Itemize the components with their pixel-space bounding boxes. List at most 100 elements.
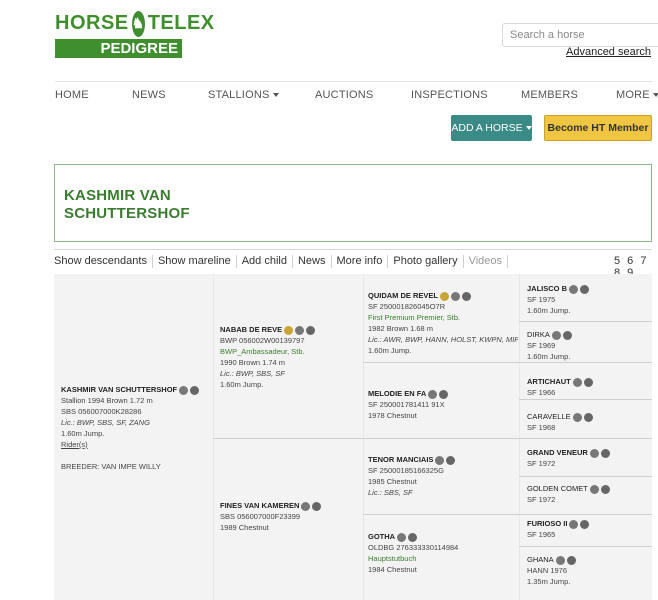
pedigree-g3-item: DIRKA SF 1969 1.60m Jump. [527, 329, 651, 362]
family-tree-icon[interactable] [589, 484, 599, 494]
g3-name[interactable]: JALISCO B [527, 283, 567, 294]
g3-name[interactable]: CARAVELLE [527, 411, 571, 422]
g3-info: SF 1965 [527, 530, 556, 539]
edit-icon[interactable] [562, 330, 572, 340]
edit-icon[interactable] [462, 291, 472, 301]
pedigree-g3-item: GRAND VENEUR SF 1972 [527, 447, 651, 469]
subject-name[interactable]: KASHMIR VAN SCHUTTERSHOF [61, 384, 177, 395]
pedigree-table: KASHMIR VAN SCHUTTERSHOF Stallion 1994 B… [54, 274, 652, 600]
nav-members[interactable]: MEMBERS [521, 89, 578, 101]
tab-news[interactable]: News [293, 255, 332, 268]
edit-icon[interactable] [566, 555, 576, 565]
dd-name[interactable]: GOTHA [368, 531, 395, 542]
ss-level: 1.60m Jump. [368, 346, 412, 355]
family-tree-icon[interactable] [301, 501, 311, 511]
ds-name[interactable]: TENOR MANCIAIS [368, 454, 433, 465]
family-tree-icon[interactable] [551, 330, 561, 340]
edit-icon[interactable] [312, 501, 322, 511]
approved-icon[interactable] [284, 325, 294, 335]
family-tree-icon[interactable] [451, 291, 461, 301]
family-tree-icon[interactable] [569, 284, 579, 294]
family-tree-icon[interactable] [572, 412, 582, 422]
g3-level: 1.35m Jump. [527, 577, 571, 586]
edit-icon[interactable] [439, 389, 449, 399]
tab-more-info[interactable]: More info [332, 255, 389, 268]
family-tree-icon[interactable] [179, 385, 189, 395]
chevron-down-icon [525, 126, 532, 130]
sire-licences: Lic.: BWP, SBS, SF [220, 369, 285, 378]
g3-info: SF 1968 [527, 423, 556, 432]
g3-level: 1.60m Jump. [527, 352, 571, 361]
ss-name[interactable]: QUIDAM DE REVEL [368, 290, 438, 301]
search-input[interactable] [502, 23, 658, 47]
family-tree-icon[interactable] [569, 519, 579, 529]
sd-name[interactable]: MELODIE EN FA [368, 388, 426, 399]
g3-name[interactable]: GRAND VENEUR [527, 447, 588, 458]
ss-registration: SF 250001826045O7R [368, 302, 446, 311]
edit-icon[interactable] [600, 448, 610, 458]
sire-studbook: BWP_Ambassadeur, Stb. [220, 347, 305, 356]
ss-licences: Lic.: AWR, BWP, HANN, HOLST, KWPN, MIPA.… [368, 335, 518, 344]
sire-info: 1990 Brown 1.74 m [220, 358, 286, 367]
main-nav: HOME NEWS STALLIONS AUCTIONS INSPECTIONS… [55, 89, 658, 103]
g3-name[interactable]: FURIOSO II [527, 518, 567, 529]
riders-link[interactable]: Rider(s) [61, 439, 211, 450]
dam-name[interactable]: FINES VAN KAMEREN [220, 500, 299, 511]
family-tree-icon[interactable] [435, 455, 445, 465]
tab-add-child[interactable]: Add child [237, 255, 293, 268]
g3-name[interactable]: GOLDEN COMET [527, 483, 588, 494]
edit-icon[interactable] [583, 377, 593, 387]
column-divider [213, 274, 214, 600]
nav-stallions-label: STALLIONS [208, 89, 270, 101]
sire-name[interactable]: NABAB DE REVE [220, 324, 282, 335]
horse-title-box: KASHMIR VAN SCHUTTERSHOF [54, 164, 652, 242]
ss-info: 1982 Brown 1.68 m [368, 324, 434, 333]
tab-show-descendants[interactable]: Show descendants [54, 255, 153, 268]
nav-stallions[interactable]: STALLIONS [208, 89, 279, 101]
g3-name[interactable]: DIRKA [527, 329, 550, 340]
family-tree-icon[interactable] [428, 389, 438, 399]
pedigree-g3-item: ARTICHAUT SF 1966 [527, 376, 651, 398]
family-tree-icon[interactable] [397, 532, 407, 542]
nav-inspections[interactable]: INSPECTIONS [411, 89, 488, 101]
nav-news[interactable]: NEWS [132, 89, 166, 101]
edit-icon[interactable] [190, 385, 200, 395]
edit-icon[interactable] [583, 412, 593, 422]
ss-studbook: First Premium Premier, Stb. [368, 313, 461, 322]
add-horse-button[interactable]: ADD A HORSE [451, 115, 532, 141]
nav-more-label: MORE [616, 89, 650, 101]
become-member-button[interactable]: Become HT Member [544, 115, 652, 141]
row-divider [213, 438, 652, 439]
g3-info: HANN 1976 [527, 566, 568, 575]
pedigree-g3-item: CARAVELLE SF 1968 [527, 411, 651, 433]
ds-info: 1985 Chestnut [368, 477, 417, 486]
edit-icon[interactable] [446, 455, 456, 465]
search-bar [502, 23, 658, 47]
family-tree-icon[interactable] [589, 448, 599, 458]
logo-word-telex: TELEX [147, 12, 215, 34]
nav-more[interactable]: MORE [616, 89, 658, 101]
family-tree-icon[interactable] [555, 555, 565, 565]
edit-icon[interactable] [600, 484, 610, 494]
tab-photo-gallery[interactable]: Photo gallery [388, 255, 464, 268]
edit-icon[interactable] [408, 532, 418, 542]
pedigree-subject: KASHMIR VAN SCHUTTERSHOF Stallion 1994 B… [61, 384, 211, 472]
family-tree-icon[interactable] [295, 325, 305, 335]
nav-home[interactable]: HOME [55, 89, 89, 101]
sire-level: 1.60m Jump. [220, 380, 264, 389]
horsetelex-logo[interactable]: HORSE ♞ TELEX PEDIGREE [55, 8, 214, 58]
g3-name[interactable]: GHANA [527, 554, 554, 565]
nav-auctions[interactable]: AUCTIONS [315, 89, 373, 101]
row-divider [363, 514, 652, 515]
advanced-search-link[interactable]: Advanced search [566, 46, 651, 58]
edit-icon[interactable] [580, 519, 590, 529]
edit-icon[interactable] [306, 325, 316, 335]
row-divider [519, 546, 652, 547]
family-tree-icon[interactable] [572, 377, 582, 387]
tab-show-mareline[interactable]: Show mareline [153, 255, 237, 268]
g3-name[interactable]: ARTICHAUT [527, 376, 571, 387]
approved-icon[interactable] [440, 291, 450, 301]
tab-videos: Videos [464, 255, 509, 268]
dam-info: 1989 Chestnut [220, 523, 269, 532]
edit-icon[interactable] [580, 284, 590, 294]
